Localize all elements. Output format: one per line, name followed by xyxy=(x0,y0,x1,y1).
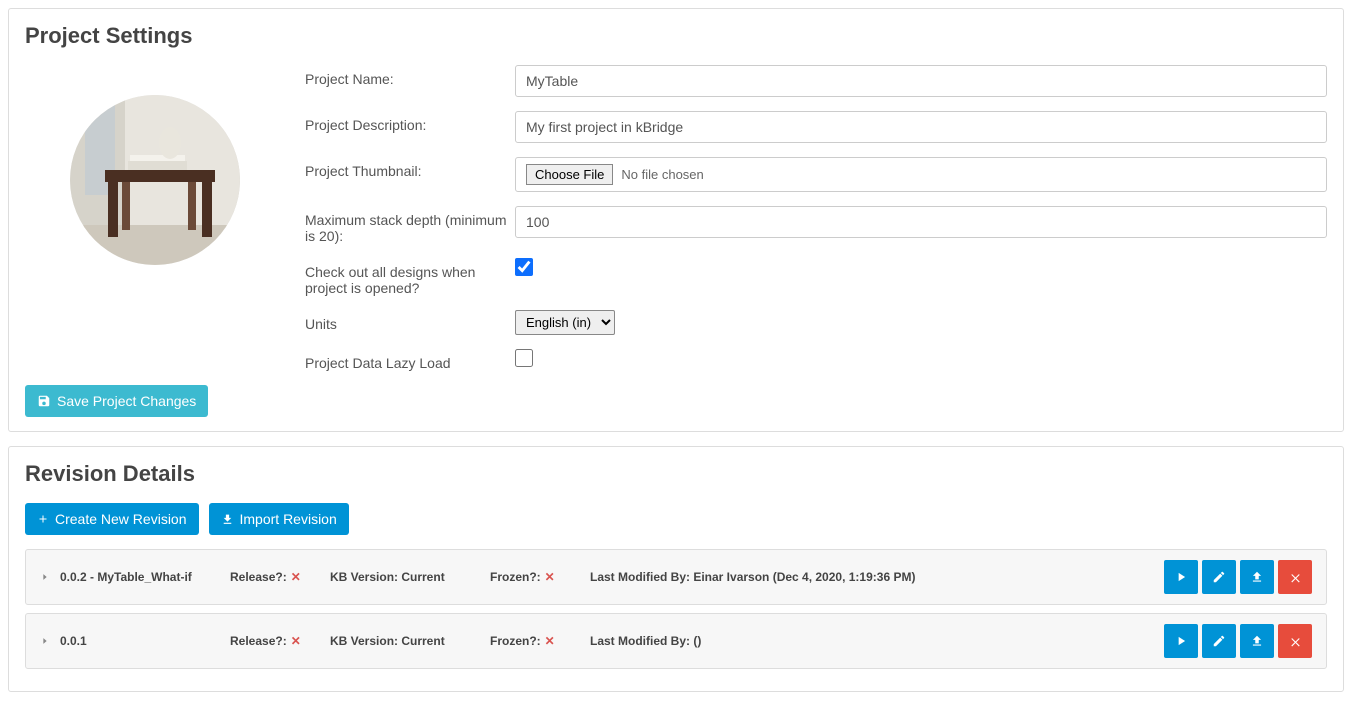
revision-release: Release?: ✕ xyxy=(230,634,330,648)
save-icon xyxy=(37,394,51,408)
chevron-right-icon[interactable] xyxy=(40,572,50,582)
revision-kb-version: KB Version: Current xyxy=(330,634,490,648)
revision-row: 0.0.2 - MyTable_What-if Release?: ✕ KB V… xyxy=(25,549,1327,605)
save-project-label: Save Project Changes xyxy=(57,393,196,409)
table-icon xyxy=(70,95,240,265)
download-icon xyxy=(221,513,234,526)
project-name-input[interactable] xyxy=(515,65,1327,97)
units-select[interactable]: English (in) xyxy=(515,310,615,335)
x-icon: ✕ xyxy=(545,634,555,648)
play-button[interactable] xyxy=(1164,560,1198,594)
choose-file-button[interactable]: Choose File xyxy=(526,164,613,185)
x-icon: ✕ xyxy=(291,634,301,648)
checkout-label: Check out all designs when project is op… xyxy=(305,258,515,296)
settings-form: Project Name: Project Description: Proje… xyxy=(305,65,1327,385)
project-name-label: Project Name: xyxy=(305,65,515,87)
lazy-load-checkbox[interactable] xyxy=(515,349,533,367)
revision-name: 0.0.1 xyxy=(60,634,230,648)
project-description-input[interactable] xyxy=(515,111,1327,143)
save-project-button[interactable]: Save Project Changes xyxy=(25,385,208,417)
units-label: Units xyxy=(305,310,515,332)
checkout-checkbox[interactable] xyxy=(515,258,533,276)
create-revision-button[interactable]: Create New Revision xyxy=(25,503,199,535)
chevron-right-icon[interactable] xyxy=(40,636,50,646)
plus-icon xyxy=(37,513,49,525)
edit-button[interactable] xyxy=(1202,624,1236,658)
revision-row: 0.0.1 Release?: ✕ KB Version: Current Fr… xyxy=(25,613,1327,669)
stack-depth-label: Maximum stack depth (minimum is 20): xyxy=(305,206,515,244)
project-settings-panel: Project Settings xyxy=(8,8,1344,432)
lazy-load-label: Project Data Lazy Load xyxy=(305,349,515,371)
revision-details-title: Revision Details xyxy=(25,461,1327,487)
project-thumbnail-label: Project Thumbnail: xyxy=(305,157,515,179)
delete-button[interactable] xyxy=(1278,560,1312,594)
stack-depth-input[interactable] xyxy=(515,206,1327,238)
project-description-label: Project Description: xyxy=(305,111,515,133)
thumbnail-column xyxy=(25,65,285,385)
upload-button[interactable] xyxy=(1240,560,1274,594)
upload-button[interactable] xyxy=(1240,624,1274,658)
project-settings-title: Project Settings xyxy=(25,23,1327,49)
revision-details-panel: Revision Details Create New Revision Imp… xyxy=(8,446,1344,692)
delete-button[interactable] xyxy=(1278,624,1312,658)
file-status-text: No file chosen xyxy=(621,167,703,182)
create-revision-label: Create New Revision xyxy=(55,511,187,527)
revision-modified-by: Last Modified By: () xyxy=(590,634,1164,648)
import-revision-button[interactable]: Import Revision xyxy=(209,503,349,535)
revision-frozen: Frozen?: ✕ xyxy=(490,634,590,648)
import-revision-label: Import Revision xyxy=(240,511,337,527)
play-button[interactable] xyxy=(1164,624,1198,658)
project-thumbnail-image xyxy=(70,95,240,265)
edit-button[interactable] xyxy=(1202,560,1236,594)
